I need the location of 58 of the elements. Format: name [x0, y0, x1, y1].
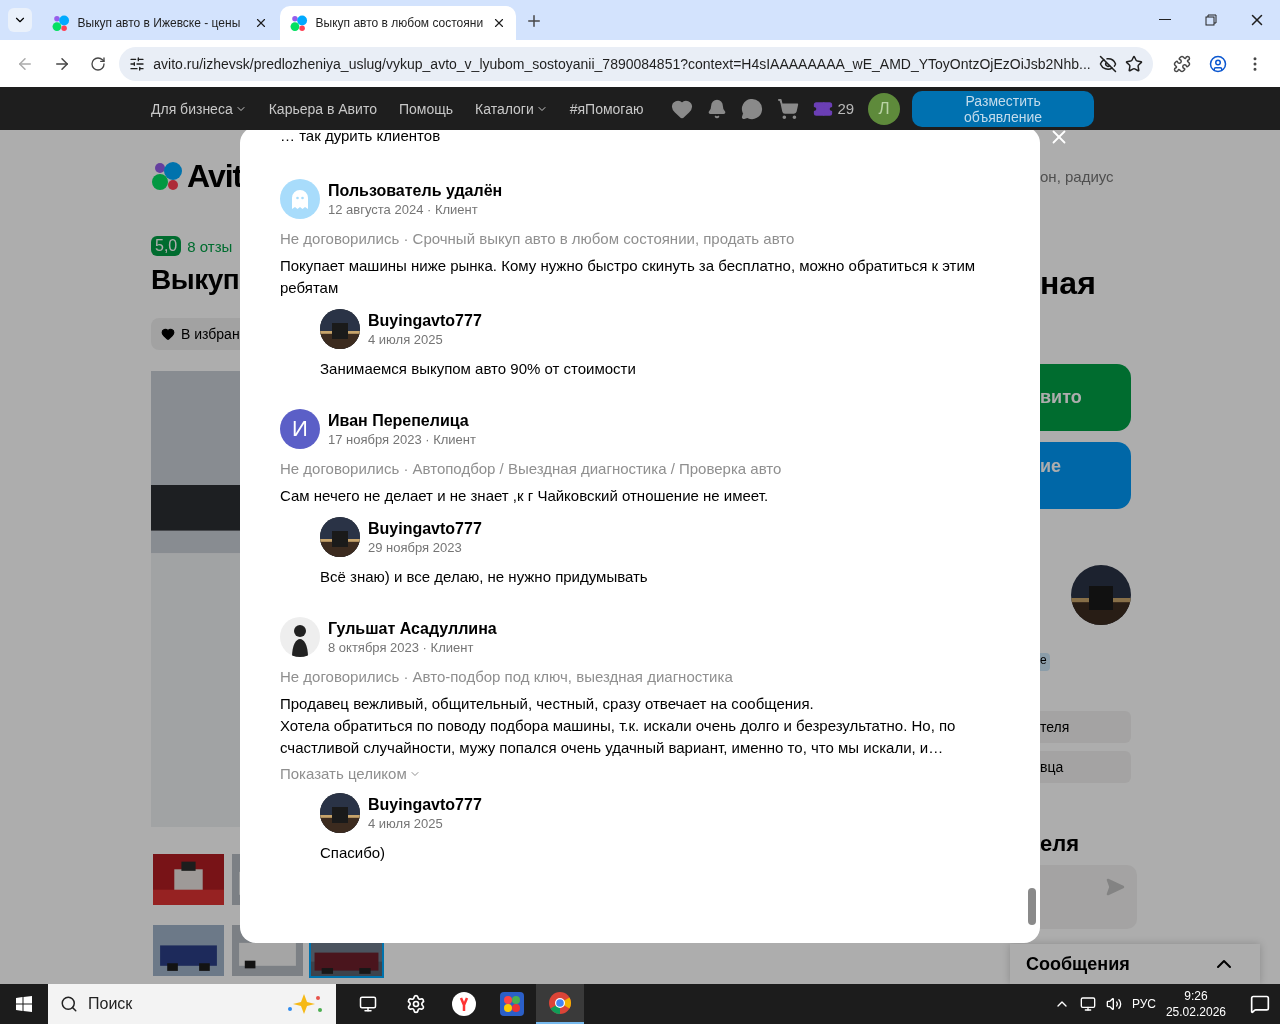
- notifications-icon[interactable]: [1250, 994, 1270, 1014]
- deal-info: Не договорились · Срочный выкуп авто в любом состоянии, продать авто: [280, 229, 796, 249]
- browser-tab[interactable]: Выкуп авто в любом состояни: [280, 6, 516, 40]
- clock-date[interactable]: 25.02.2026: [1165, 1004, 1226, 1020]
- nav-link[interactable]: Помощь: [398, 100, 453, 117]
- author-name: Buyingavto777: [368, 310, 482, 331]
- site-info-icon[interactable]: [129, 55, 146, 72]
- logo-icon: [52, 14, 70, 32]
- info-row[interactable]: теля: [1040, 711, 1131, 743]
- listing-title: Выкуп: [151, 264, 240, 296]
- message-field[interactable]: [1040, 865, 1137, 929]
- bell-icon[interactable]: [707, 98, 728, 119]
- logo-text: Avit: [187, 157, 243, 195]
- language-indicator[interactable]: РУС: [1131, 997, 1156, 1011]
- post-ad-button[interactable]: Разместить объявление: [912, 90, 1095, 127]
- speaker-icon[interactable]: [1105, 996, 1122, 1012]
- location-text: он, радиус: [1040, 168, 1115, 185]
- taskbar-search-field[interactable]: Поиск: [48, 984, 336, 1024]
- bonus-count: 29: [837, 100, 855, 117]
- minimize-icon: [1159, 19, 1171, 21]
- nav-link[interactable]: Карьера в Авито: [268, 100, 377, 117]
- logo-icon: [290, 14, 308, 32]
- close-icon[interactable]: [492, 16, 506, 30]
- info-row[interactable]: вца: [1040, 751, 1131, 783]
- ghost-avatar: [280, 179, 320, 219]
- nav-link[interactable]: Каталоги: [475, 100, 548, 117]
- restore-icon: [1205, 14, 1217, 26]
- chat-icon[interactable]: [741, 97, 764, 120]
- listing-title: ная: [1040, 265, 1097, 302]
- reload-icon: [90, 55, 107, 72]
- reply-text: Спасибо): [320, 843, 387, 863]
- eye-off-icon[interactable]: [1098, 54, 1117, 73]
- search-icon: [60, 995, 78, 1013]
- review-meta: 12 августа 2024 · Клиент: [328, 200, 479, 218]
- review-text: … так дурить клиентов: [280, 130, 442, 145]
- author-name: Пользователь удалён: [328, 180, 503, 201]
- review-text: Покупает машины ниже рынка. Кому нужно быстро скинуть за бесплатно, можно обратиться к этим ребятам: [280, 256, 977, 298]
- nav-link[interactable]: Для бизнеса: [151, 100, 247, 117]
- heart-icon: [161, 327, 175, 341]
- reply-date: 4 июля 2025: [368, 330, 444, 348]
- rating-badge: 5,0: [151, 236, 182, 256]
- address-field[interactable]: avito.ru/izhevsk/predlozheniya_uslug/vykup_avto_v_lyubom_sostoyanii_7890084851?context=H4sIAAAAAAAA_wE_AMD_YToyOntzOjEzOiJsb2Nhb...: [119, 46, 1153, 81]
- close-icon[interactable]: [254, 16, 268, 30]
- messages-panel[interactable]: Сообщения: [1010, 944, 1260, 984]
- scrollbar-thumb[interactable]: [1028, 888, 1036, 925]
- logo-icon: [151, 161, 183, 191]
- section-title: еля: [1040, 831, 1081, 857]
- tag-badge: е: [1040, 653, 1050, 671]
- browser-tab[interactable]: Выкуп авто в Ижевске - цены: [42, 6, 278, 40]
- network-icon[interactable]: [1079, 996, 1096, 1012]
- tab-list-button[interactable]: [8, 8, 32, 32]
- chrome-icon[interactable]: [536, 984, 584, 1024]
- messages-title: Сообщения: [1026, 953, 1130, 975]
- star-icon[interactable]: [1124, 54, 1143, 73]
- cart-icon[interactable]: [777, 97, 800, 120]
- plus-icon: [525, 12, 543, 30]
- nav-link[interactable]: #яПомогаю: [569, 100, 644, 117]
- clock-time[interactable]: 9:26: [1184, 988, 1208, 1004]
